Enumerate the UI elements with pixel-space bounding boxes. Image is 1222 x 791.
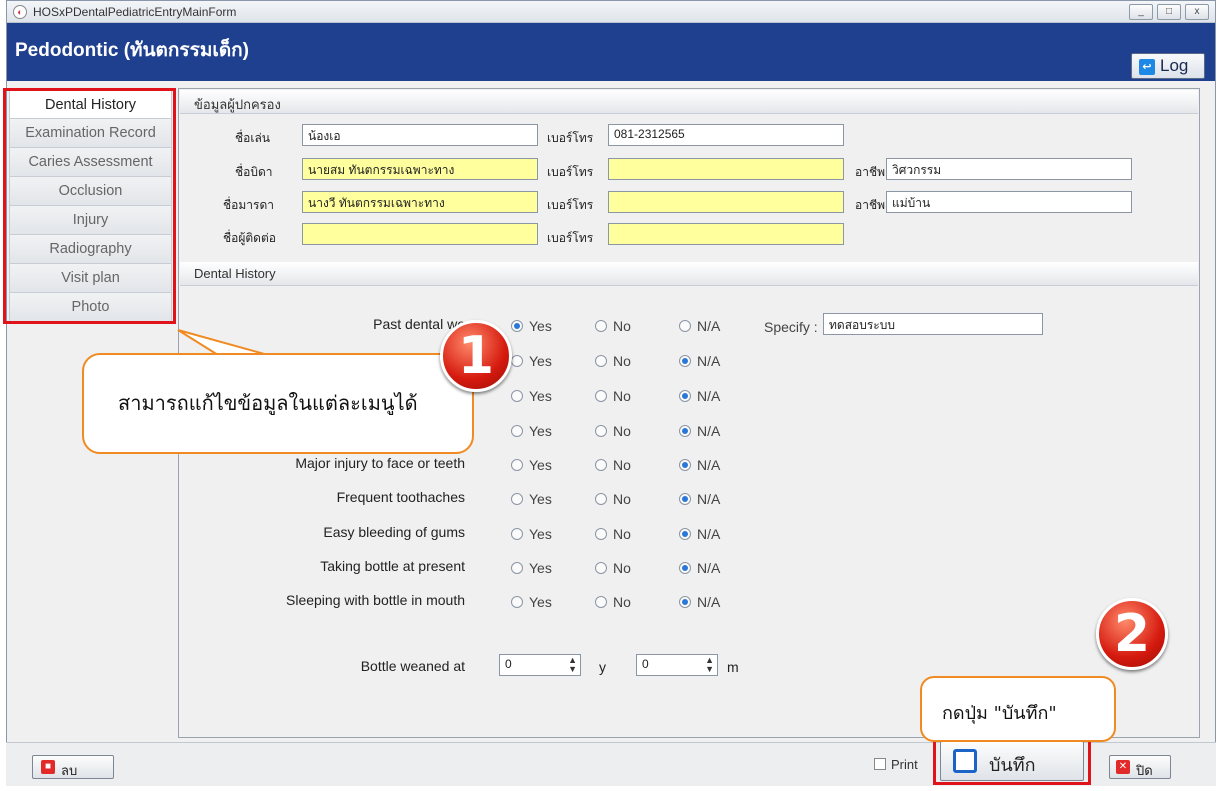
step-one-badge: 1 <box>440 320 512 392</box>
callout-press-save: กดปุ่ม "บันทึก" <box>920 676 1116 742</box>
callout-edit-menus: สามารถแก้ไขข้อมูลในแต่ละเมนูได้ <box>82 353 474 454</box>
step-two-badge: 2 <box>1096 598 1168 670</box>
callout-press-save-text: กดปุ่ม "บันทึก" <box>942 703 1057 724</box>
callout-edit-menus-text: สามารถแก้ไขข้อมูลในแต่ละเมนูได้ <box>118 391 418 415</box>
